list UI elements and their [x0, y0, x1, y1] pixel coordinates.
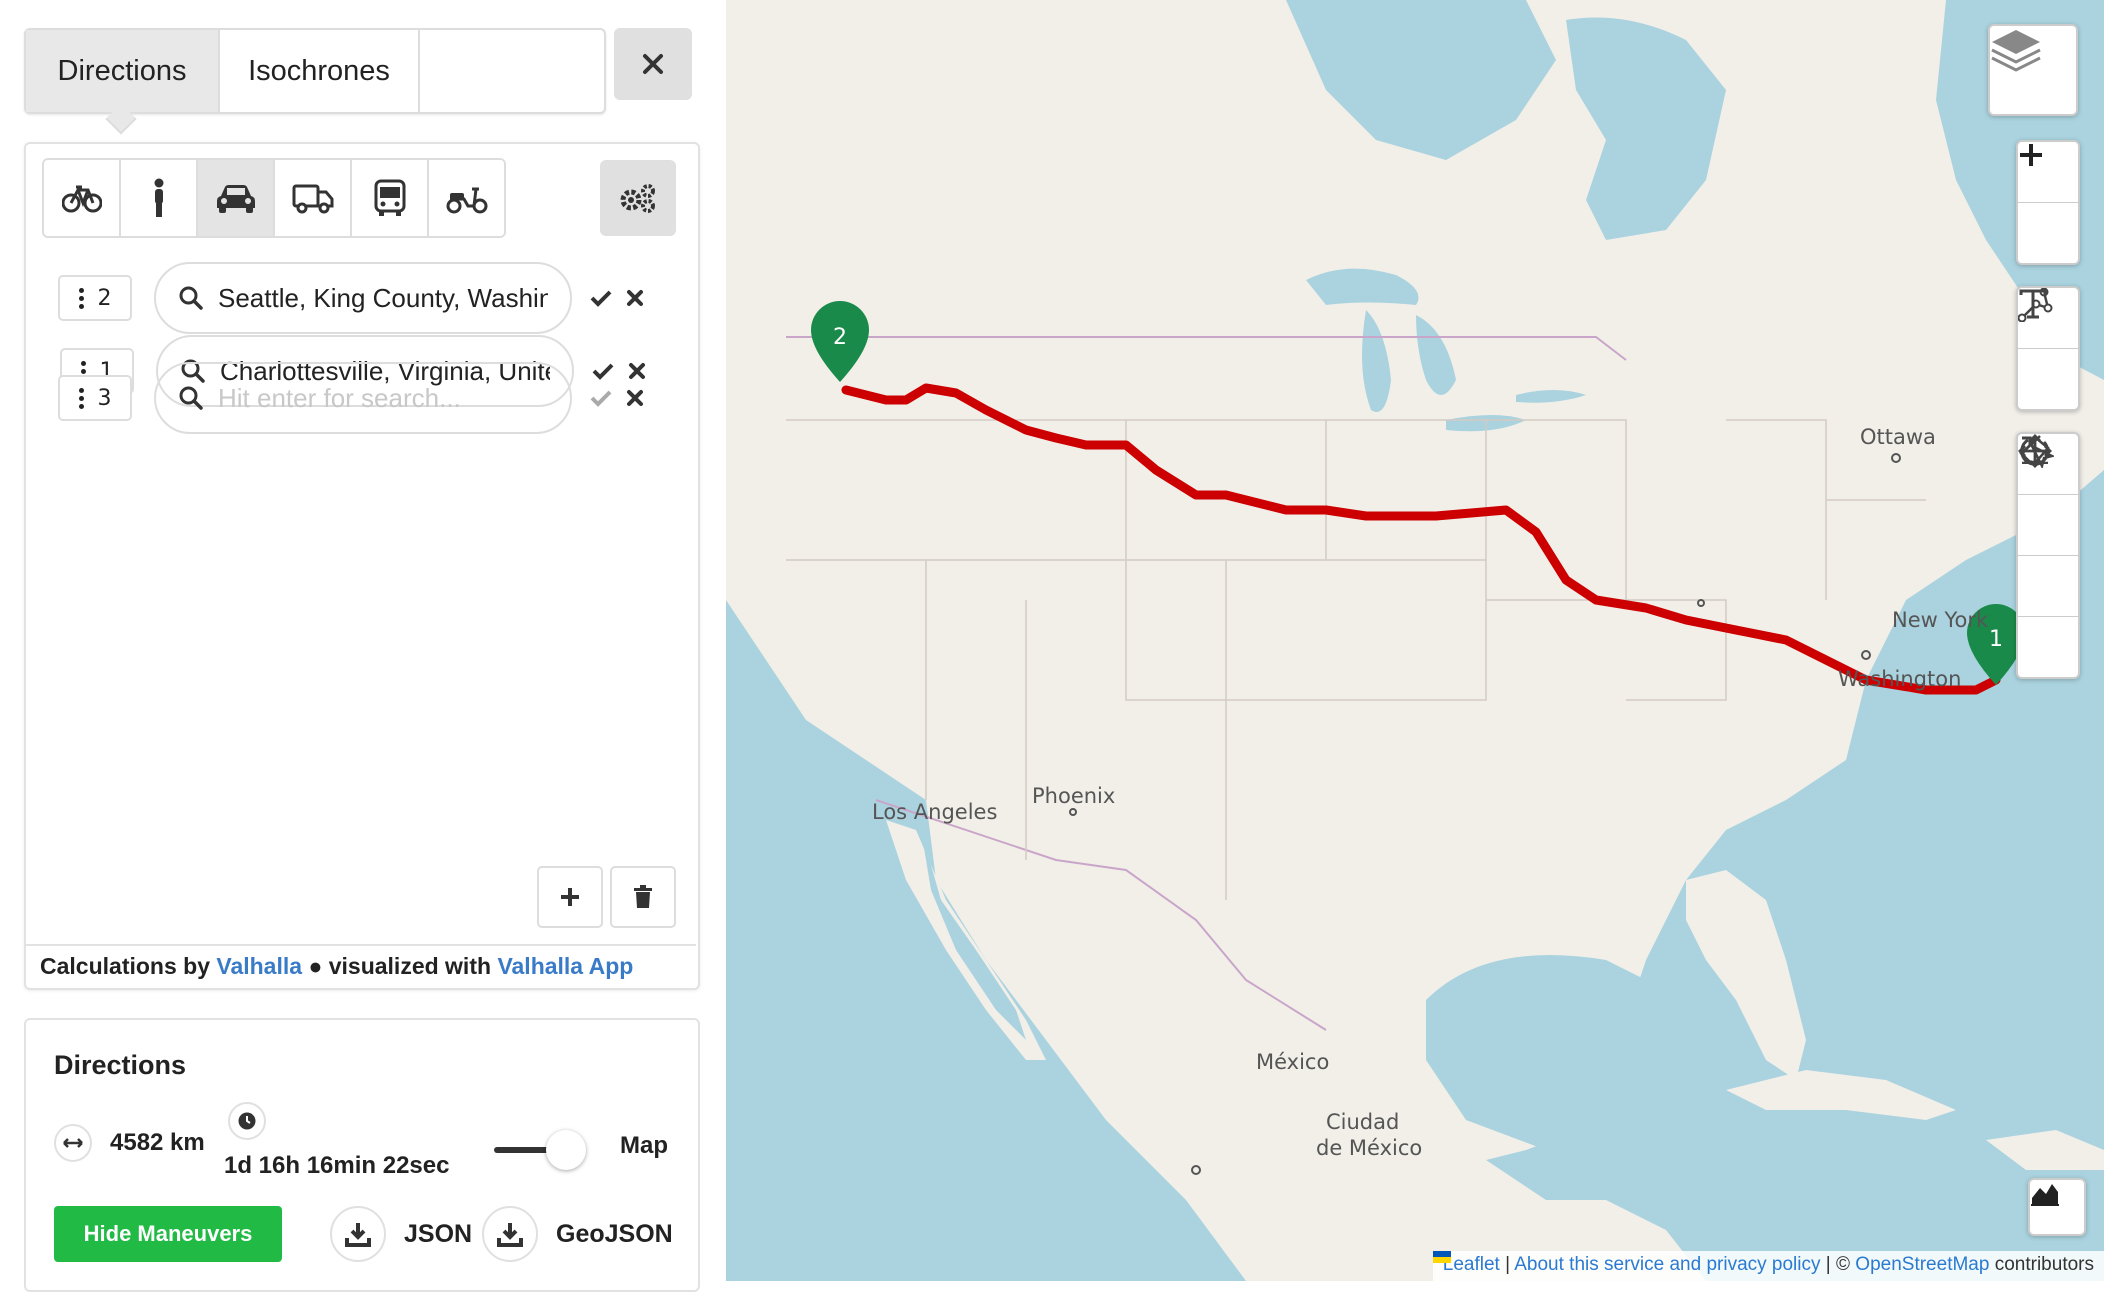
leaflet-link[interactable]: Leaflet [1443, 1254, 1500, 1275]
duration-value: 1d 16h 16min 22sec [224, 1152, 450, 1179]
close-icon [643, 54, 663, 74]
text-icon [2019, 289, 2047, 319]
settings-button[interactable] [600, 160, 676, 236]
toggle-label: Map [620, 1132, 668, 1159]
profile-car-button[interactable] [198, 160, 275, 236]
edit-toolbar [2016, 432, 2080, 679]
label-de-mexico: de México [1316, 1136, 1423, 1160]
waypoint-search-input[interactable] [216, 381, 550, 415]
waypoint-row: 3 [58, 362, 644, 434]
valhalla-app-link[interactable]: Valhalla App [497, 953, 633, 980]
download-icon [330, 1206, 386, 1262]
layers-control-button[interactable] [1988, 24, 2078, 116]
drag-dots-icon [78, 287, 84, 309]
tab-directions[interactable]: Directions [26, 30, 220, 112]
eraser-tool-button[interactable] [2018, 436, 2078, 617]
gears-icon [620, 184, 655, 213]
osm-link[interactable]: OpenStreetMap [1855, 1254, 1989, 1275]
draw-toolbar [2016, 286, 2080, 411]
download-icon [482, 1206, 538, 1262]
waypoint-search-input[interactable] [216, 281, 550, 315]
area-chart-icon [2031, 1184, 2059, 1206]
marker-2-label: 2 [833, 325, 847, 350]
label-washington: Washington [1838, 667, 1962, 691]
search-icon [179, 286, 203, 310]
profile-bus-button[interactable] [352, 160, 429, 236]
profile-pedestrian-button[interactable] [121, 160, 198, 236]
label-mexico: México [1256, 1050, 1330, 1074]
confirm-check-icon[interactable] [590, 389, 612, 407]
layers-icon [1991, 30, 2041, 72]
profile-truck-button[interactable] [275, 160, 352, 236]
contributors-text: contributors [1994, 1254, 2094, 1275]
distance-value: 4582 km [110, 1129, 205, 1156]
elevation-chart-button[interactable] [2028, 1178, 2086, 1236]
tab-isochrones[interactable]: Isochrones [220, 30, 420, 112]
map-toggle[interactable] [494, 1130, 594, 1170]
waypoint-row: 2 [58, 262, 644, 334]
label-ottawa: Ottawa [1860, 425, 1936, 449]
confirm-check-icon[interactable] [590, 289, 612, 307]
directions-title: Directions [54, 1050, 187, 1080]
profile-motor-scooter-button[interactable] [429, 160, 504, 236]
label-new-york: New York [1892, 608, 1989, 632]
move-tool-button[interactable] [2018, 434, 2078, 556]
plus-icon [561, 888, 579, 906]
remove-waypoint-icon[interactable] [626, 289, 644, 307]
waypoint-search-field [154, 362, 572, 434]
rotate-tool-button[interactable] [2018, 436, 2078, 677]
add-text-button[interactable] [2018, 289, 2078, 409]
download-geojson-button[interactable]: GeoJSON [482, 1206, 673, 1262]
close-panel-button[interactable] [614, 28, 692, 100]
ukraine-flag-icon [1432, 1251, 1451, 1263]
label-ciudad: Ciudad [1326, 1110, 1400, 1134]
zoom-out-button[interactable] [2018, 153, 2078, 263]
zoom-control [2016, 140, 2080, 265]
truck-icon [292, 184, 333, 214]
hide-maneuvers-button[interactable]: Hide Maneuvers [54, 1206, 282, 1262]
credits-middle: ● visualized with [308, 952, 492, 979]
directions-summary-card: Directions 4582 km 1d 16h 16min 22sec Ma… [24, 1018, 700, 1292]
waypoint-drag-handle[interactable]: 3 [58, 375, 132, 421]
search-icon [179, 386, 203, 410]
marker-1-label: 1 [1989, 627, 2003, 652]
json-label: JSON [404, 1219, 473, 1248]
drag-dots-icon [78, 387, 84, 409]
remove-waypoint-icon[interactable] [626, 389, 644, 407]
waypoint-number: 3 [97, 385, 112, 411]
trash-icon [634, 885, 652, 908]
clock-icon [228, 1102, 266, 1140]
clear-waypoints-button[interactable] [610, 866, 676, 928]
profile-bicycle-button[interactable] [44, 160, 121, 236]
credits-prefix: Calculations by [40, 952, 210, 979]
distance-stat: 4582 km [54, 1124, 205, 1162]
bicycle-icon [61, 185, 102, 213]
mode-tabs: Directions Isochrones [24, 28, 606, 114]
car-icon [216, 185, 255, 213]
waypoint-number: 2 [97, 285, 112, 311]
bus-icon [374, 179, 405, 216]
label-phoenix: Phoenix [1032, 784, 1116, 808]
waypoint-drag-handle[interactable]: 2 [58, 275, 132, 321]
pedestrian-icon [154, 178, 163, 217]
map-canvas[interactable]: Ottawa New York Washington Los Angeles P… [726, 0, 2104, 1281]
minus-icon [2020, 153, 2042, 157]
label-los-angeles: Los Angeles [872, 800, 998, 824]
copyright-symbol: © [1836, 1254, 1851, 1275]
rotate-icon [2020, 436, 2050, 466]
distance-arrows-icon [54, 1124, 92, 1162]
travel-profile-group [42, 158, 506, 238]
download-json-button[interactable]: JSON [330, 1206, 472, 1262]
map-attribution: Leaflet | About this service and privacy… [1432, 1251, 2104, 1281]
map-tiles [726, 0, 2104, 1281]
geojson-label: GeoJSON [556, 1219, 673, 1248]
add-waypoint-button[interactable] [537, 866, 603, 928]
privacy-link[interactable]: About this service and privacy policy [1514, 1254, 1820, 1275]
waypoint-search-field [154, 262, 572, 334]
duration-stat: 1d 16h 16min 22sec [224, 1102, 449, 1180]
valhalla-link[interactable]: Valhalla [216, 953, 302, 980]
toggle-knob [546, 1130, 586, 1170]
credits-bar: Calculations by Valhalla ● visualized wi… [26, 944, 696, 986]
motor-scooter-icon [446, 187, 487, 214]
